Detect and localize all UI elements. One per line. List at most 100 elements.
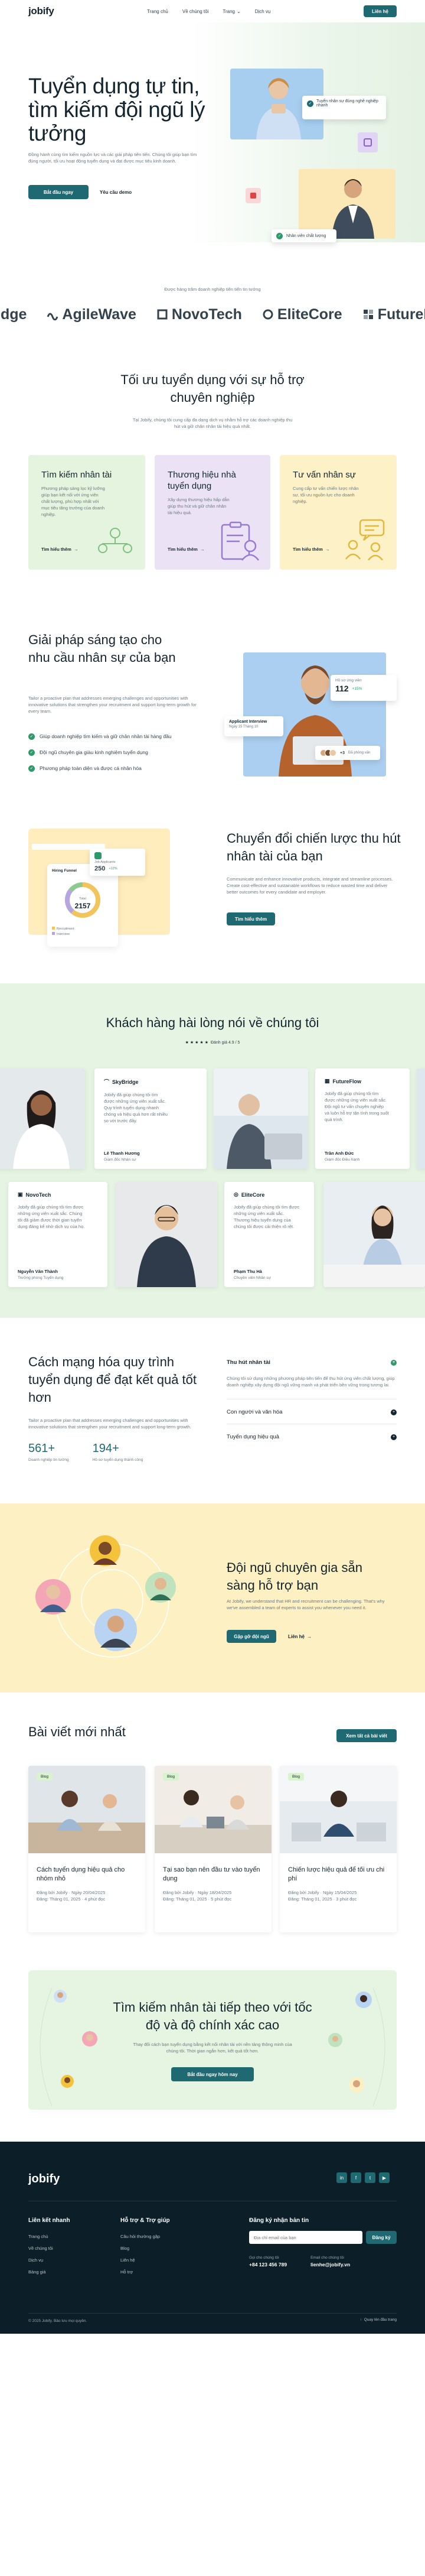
contact-button[interactable]: Liên hệ: [364, 5, 397, 17]
transform-desc: Communicate and enhance innovative produ…: [227, 876, 393, 895]
blog-card[interactable]: Blog Cách tuyển dụng hiệu quả cho nhóm n…: [28, 1766, 145, 1932]
hero-chip-quality: ✓ Nhân viên chất lượng: [272, 229, 336, 242]
accordion-item[interactable]: Con người và văn hóa +: [227, 1399, 397, 1424]
gauge-legend: Recruitment Interview: [52, 927, 74, 937]
footer-link[interactable]: Hỗ trợ: [120, 2266, 170, 2278]
hero-description: Đồng hành cùng tìm kiếm nguồn lực và các…: [28, 152, 197, 164]
footer-link[interactable]: Bảng giá: [28, 2266, 70, 2278]
menu-item-home[interactable]: Trang chủ: [147, 9, 168, 14]
testimonial-role: Giám đốc Nhân sự: [104, 1158, 136, 1162]
youtube-icon[interactable]: ▶: [379, 2172, 390, 2183]
interview-date: Ngày 15 Tháng 10: [229, 725, 259, 729]
applicants-card: Job Applicants 250 +12%: [90, 849, 145, 876]
hero-section: Tuyển dụng tự tin, tìm kiếm đội ngũ lý t…: [0, 22, 425, 242]
phone-label: Gọi cho chúng tôi: [249, 2256, 279, 2260]
blog-card[interactable]: Blog Tại sao bạn nên đầu tư vào tuyển dụ…: [155, 1766, 272, 1932]
gauge-value: 2157: [74, 902, 91, 910]
solutions-desc: Tailor a proactive plan that addresses e…: [28, 696, 197, 714]
footer-link[interactable]: Câu hỏi thường gặp: [120, 2231, 170, 2243]
cta-start-button[interactable]: Bắt đầu ngay hôm nay: [171, 2067, 254, 2081]
accordion-item[interactable]: Tuyển dụng hiệu quả +: [227, 1424, 397, 1448]
testimonials-title: Khách hàng hài lòng nói về chúng tôi: [106, 1015, 319, 1030]
team-section: Đội ngũ chuyên gia sẵn sàng hỗ trợ bạn A…: [0, 1503, 425, 1693]
solutions-title: Giải pháp sáng tạo cho nhu cầu nhân sự c…: [28, 632, 176, 665]
top-nav: jobify Trang chủ Về chúng tôi Trang ⌄ Dịc…: [0, 0, 425, 22]
cta-decoration: [40, 1987, 385, 2107]
transform-title: Chuyển đổi chiến lược thu hút nhân tài c…: [227, 831, 401, 863]
cta-section: Tìm kiếm nhân tài tiếp theo với tốc độ v…: [28, 1970, 397, 2110]
subscribe-button[interactable]: Đăng ký: [366, 2231, 397, 2244]
toggle-icon[interactable]: +: [391, 1359, 397, 1366]
stat-label: Hồ sơ ứng viên: [335, 678, 362, 683]
check-icon: ✓: [307, 100, 313, 107]
learn-more-link[interactable]: Tìm hiểu thêm →: [168, 547, 204, 552]
logo-elitecore: EliteCore: [262, 306, 342, 323]
cta-title: Tìm kiếm nhân tài tiếp theo với tốc độ v…: [113, 2000, 312, 2032]
footer-link[interactable]: Liên hệ: [120, 2255, 170, 2266]
footer-col-title: Liên kết nhanh: [28, 2217, 70, 2224]
chevron-down-icon: ⌄: [236, 8, 241, 14]
learn-more-link[interactable]: Tìm hiểu thêm →: [41, 547, 78, 552]
check-icon: ✓: [276, 232, 283, 239]
back-to-top-link[interactable]: ↑ Quay lên đầu trang: [359, 2318, 397, 2322]
feature-card-consulting[interactable]: Tư vấn nhân sự Cung cấp tư vấn chiến lượ…: [280, 455, 397, 570]
testimonial-card: ▦ FutureFlow Jobify đã giúp chúng tôi tìm…: [315, 1068, 410, 1169]
blog-post-title[interactable]: Chiến lược hiệu quả để tối ưu chi phí: [288, 1866, 388, 1883]
interview-card: Applicant Interview Ngày 15 Tháng 10: [224, 716, 283, 736]
menu-item-services[interactable]: Dịch vụ: [255, 9, 271, 14]
blog-post-title[interactable]: Cách tuyển dụng hiệu quả cho nhóm nhỏ: [37, 1866, 137, 1883]
stat-value: 194+: [92, 1442, 119, 1455]
stat-label: Hồ sơ tuyển dụng thành công: [92, 1458, 143, 1462]
accordion-title: Tuyển dụng hiệu quả: [227, 1434, 279, 1440]
learn-more-link[interactable]: Tìm hiểu thêm →: [293, 547, 329, 552]
request-demo-button[interactable]: Yêu cầu demo: [94, 185, 137, 199]
features-title: Tối ưu tuyển dụng với sự hỗ trợ chuyên n…: [120, 372, 305, 405]
phone-value[interactable]: +84 123 456 789: [249, 2262, 287, 2268]
footer-link[interactable]: Trang chủ: [28, 2231, 70, 2243]
email-label: Email cho chúng tôi: [310, 2256, 344, 2260]
avatar-count: +3: [340, 751, 345, 755]
view-all-posts-button[interactable]: Xem tất cả bài viết: [336, 1729, 397, 1742]
accordion-item-open[interactable]: Thu hút nhân tài + Chúng tôi sử dụng nhữn…: [227, 1353, 397, 1399]
briefcase-icon: [94, 852, 102, 859]
logo[interactable]: jobify: [28, 5, 54, 17]
footer-link[interactable]: Dịch vụ: [28, 2255, 70, 2266]
toggle-icon[interactable]: +: [391, 1409, 397, 1415]
funnel-panel: Hiring Funnel 2157 Total Recruitment Int…: [47, 864, 118, 947]
people-network-icon: [98, 528, 132, 553]
card-desc: Cung cấp tư vấn chiến lược nhân sự, tối …: [293, 486, 359, 504]
footer-logo[interactable]: jobify: [28, 2172, 60, 2186]
blog-post-title[interactable]: Tại sao bạn nên đầu tư vào tuyển dụng: [163, 1866, 263, 1883]
check-icon: ✓: [28, 765, 35, 772]
meet-team-button[interactable]: Gặp gỡ đội ngũ: [227, 1630, 276, 1643]
testimonial-card: ⌒ SkyBridge Jobify đã giúp chúng tôi tìm …: [94, 1068, 207, 1169]
team-desc: At Jobify, we understand that HR and rec…: [227, 1599, 385, 1610]
get-started-button[interactable]: Bắt đầu ngay: [28, 185, 89, 199]
testimonial-name: Nguyễn Văn Thành: [18, 1269, 58, 1274]
arrow-right-icon: →: [200, 547, 205, 552]
agilewave-icon: [47, 313, 58, 320]
testimonial-photo: [214, 1068, 308, 1169]
menu-item-about[interactable]: Về chúng tôi: [182, 9, 208, 14]
elitecore-icon: ◎: [234, 1191, 238, 1197]
stat-item: 561+ Doanh nghiệp tin tưởng: [28, 1442, 69, 1462]
newsletter-email-input[interactable]: [249, 2231, 362, 2244]
avatar-label: Đã phỏng vấn: [348, 751, 371, 755]
blog-tag: Blog: [288, 1773, 305, 1781]
footer-link[interactable]: Về chúng tôi: [28, 2243, 70, 2255]
transform-learn-more-button[interactable]: Tìm hiểu thêm: [227, 912, 275, 925]
linkedin-icon[interactable]: in: [336, 2172, 347, 2183]
menu-item-pages[interactable]: Trang ⌄: [223, 9, 240, 14]
facebook-icon[interactable]: f: [351, 2172, 361, 2183]
twitter-icon[interactable]: t: [365, 2172, 375, 2183]
footer-link[interactable]: Blog: [120, 2243, 170, 2255]
team-contact-link[interactable]: Liên hệ →: [282, 1630, 318, 1643]
feature-card-branding[interactable]: Thương hiệu nhà tuyển dụng Xây dựng thươ…: [155, 455, 270, 570]
feature-card-talent[interactable]: Tìm kiếm nhân tài Phương pháp sàng lọc k…: [28, 455, 145, 570]
toggle-icon[interactable]: +: [391, 1434, 397, 1440]
hero-title: Tuyển dụng tự tin, tìm kiếm đội ngũ lý t…: [28, 74, 205, 145]
newsletter-form: Đăng ký: [249, 2231, 397, 2244]
blog-card[interactable]: Blog Chiến lược hiệu quả để tối ưu chi p…: [280, 1766, 397, 1932]
testimonial-card: ◎ EliteCore Jobify đã giúp chúng tôi tìm …: [224, 1182, 314, 1287]
email-value[interactable]: lienhe@jobify.vn: [310, 2262, 350, 2268]
